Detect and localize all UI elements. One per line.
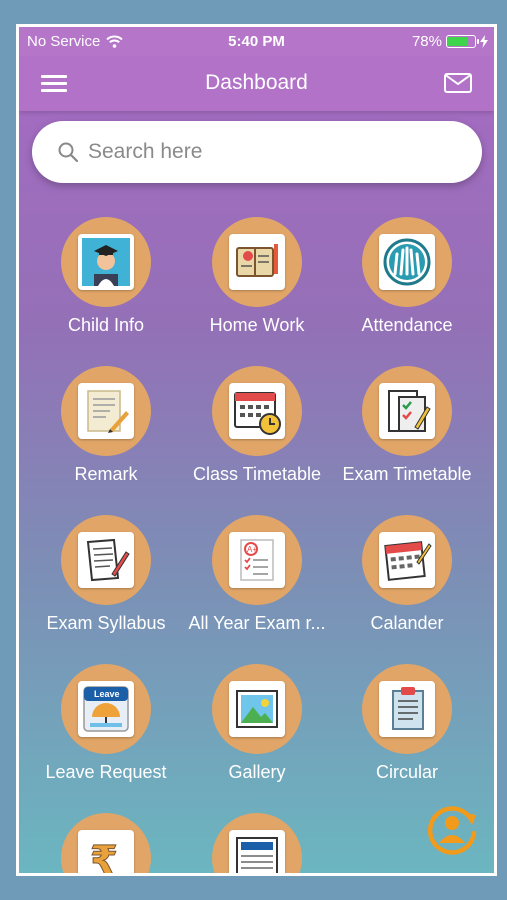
tile-calander[interactable]: Calander — [332, 515, 482, 634]
tile-label: Child Info — [67, 315, 145, 335]
status-bar: No Service 5:40 PM 78% — [19, 27, 494, 57]
search-bar[interactable] — [32, 121, 482, 183]
navigation-bar: Dashboard — [19, 57, 494, 111]
tile-remark[interactable]: Remark — [31, 366, 181, 485]
charging-bolt-icon — [480, 35, 488, 48]
tile-label: Exam Timetable — [342, 464, 472, 484]
calendar-pages-icon — [384, 541, 432, 581]
tile-label: Exam Syllabus — [46, 613, 166, 633]
search-icon — [58, 142, 78, 162]
tile-label: Attendance — [361, 315, 453, 335]
tile-label: Remark — [74, 464, 138, 484]
leave-umbrella-icon: Leave — [83, 686, 129, 732]
battery-icon — [446, 35, 479, 48]
report-card-icon: A+ — [240, 539, 274, 581]
tile-class-timetable[interactable]: Class Timetable — [182, 366, 332, 485]
tile-child-info[interactable]: Child Info — [31, 217, 181, 336]
svg-text:Leave: Leave — [94, 689, 120, 699]
tile-home-work[interactable]: Home Work — [182, 217, 332, 336]
phone-screen: No Service 5:40 PM 78% Dashboard Search … — [19, 27, 494, 873]
tile-fees[interactable]: ₹ — [31, 813, 181, 873]
tile-label: Circular — [375, 762, 438, 782]
homework-book-icon — [236, 244, 278, 277]
exam-checklist-icon — [388, 390, 431, 432]
svg-text:₹: ₹ — [90, 838, 118, 873]
mail-icon[interactable] — [444, 73, 472, 93]
search-input[interactable] — [88, 140, 448, 164]
tile-circular[interactable]: Circular — [332, 664, 482, 783]
app-frame: No Service 5:40 PM 78% Dashboard Search … — [16, 24, 497, 876]
raised-hands-icon — [383, 238, 431, 286]
gallery-image-icon — [236, 690, 278, 728]
tile-label: Leave Request — [45, 762, 167, 782]
rupee-fees-icon: ₹ — [90, 838, 119, 874]
tile-gallery[interactable]: Gallery — [182, 664, 332, 783]
tile-news[interactable] — [182, 813, 332, 873]
switch-user-icon[interactable] — [422, 799, 482, 859]
tile-exam-syllabus[interactable]: Exam Syllabus — [31, 515, 181, 634]
note-pencil-icon — [87, 390, 129, 433]
svg-text:A+: A+ — [247, 545, 257, 554]
tile-label: All Year Exam r... — [188, 613, 326, 633]
tile-leave-request[interactable]: Leave Leave Request — [31, 664, 181, 783]
tile-all-year-exam-report[interactable]: A+ All Year Exam r... — [182, 515, 332, 634]
battery-percent: 78% — [411, 33, 442, 50]
tile-attendance[interactable]: Attendance — [332, 217, 482, 336]
tile-label: Calander — [370, 613, 444, 633]
tile-label: Class Timetable — [192, 464, 322, 484]
page-title: Dashboard — [205, 71, 308, 94]
tile-exam-timetable[interactable]: Exam Timetable — [332, 366, 482, 485]
student-graduate-icon — [82, 238, 130, 286]
newspaper-icon — [236, 837, 278, 873]
tile-label: Gallery — [228, 762, 286, 782]
circular-clipboard-icon — [392, 687, 424, 730]
tile-label: Home Work — [209, 315, 305, 335]
battery-level — [448, 37, 469, 46]
syllabus-document-icon — [86, 538, 130, 582]
calendar-clock-icon — [234, 392, 281, 435]
